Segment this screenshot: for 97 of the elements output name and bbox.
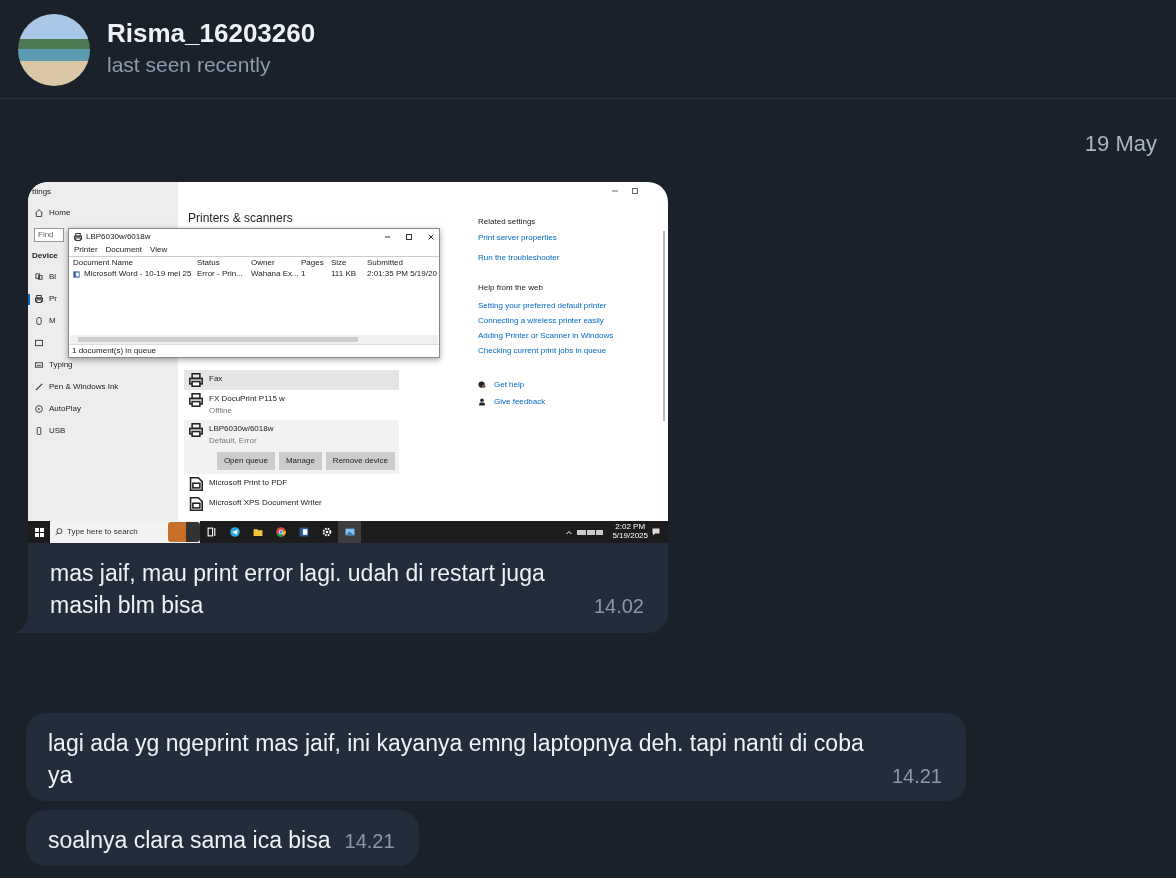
pen-icon bbox=[35, 383, 43, 391]
keyboard-icon bbox=[35, 361, 43, 369]
sidebar-item[interactable]: M bbox=[49, 315, 56, 327]
message-text: lagi ada yg ngeprint mas jaif, ini kayanya emng laptopnya deh. tapi nanti di coba ya bbox=[48, 729, 865, 790]
message-text: mas jaif, mau print error lagi. udah di restart juga masih blm bisa bbox=[50, 559, 546, 620]
sidebar-item[interactable]: USB bbox=[49, 425, 66, 437]
date-separator: 19 May bbox=[1084, 131, 1157, 156]
windows-icon[interactable] bbox=[34, 527, 44, 537]
clock-time: 2:02 PM bbox=[615, 523, 646, 532]
sticker-picture bbox=[168, 522, 200, 542]
printer-icon bbox=[74, 232, 82, 241]
column-header[interactable]: Submitted bbox=[367, 257, 404, 267]
section-heading: Related settings bbox=[478, 216, 537, 228]
sidebar-item[interactable]: AutoPlay bbox=[49, 403, 82, 415]
restore-icon[interactable] bbox=[632, 188, 638, 194]
printer-name[interactable]: FX DocuPrint P115 w bbox=[209, 393, 285, 405]
column-header[interactable]: Pages bbox=[301, 257, 324, 267]
home-icon bbox=[35, 209, 43, 217]
printer-icon bbox=[189, 393, 203, 407]
mouse-icon bbox=[35, 317, 43, 325]
table-cell: 111 KB bbox=[331, 268, 357, 280]
word-document-icon[interactable] bbox=[298, 527, 309, 537]
help-link[interactable]: Setting your preferred default printer bbox=[478, 300, 614, 312]
printer-name[interactable]: Microsoft Print to PDF bbox=[209, 477, 288, 489]
window-title: ttings bbox=[32, 187, 52, 196]
sidebar-item[interactable]: Bl bbox=[49, 271, 57, 283]
clock-date: 5/19/2025 bbox=[612, 532, 648, 541]
menu-item[interactable]: View bbox=[150, 244, 168, 256]
menu-item[interactable]: Document bbox=[105, 244, 143, 256]
table-cell: Microsoft Word - 10-19 mei 25 bbox=[84, 268, 192, 280]
printer-icon bbox=[35, 295, 43, 303]
column-header[interactable]: Size bbox=[331, 257, 347, 267]
touchpad-icon bbox=[35, 339, 43, 347]
feedback-icon bbox=[478, 398, 486, 406]
chevron-icon[interactable] bbox=[566, 529, 573, 535]
column-header[interactable]: Status bbox=[197, 257, 220, 267]
printer-action-button[interactable]: Manage bbox=[278, 452, 322, 470]
document-icon bbox=[189, 477, 203, 491]
printer-action-button[interactable]: Open queue bbox=[216, 452, 275, 470]
message-time: 14.21 bbox=[343, 829, 395, 854]
printer-status: Default, Error bbox=[209, 435, 258, 447]
minimize-icon[interactable] bbox=[385, 233, 390, 240]
message-time: 14.02 bbox=[593, 594, 644, 619]
task-view-icon[interactable] bbox=[206, 527, 217, 537]
sidebar-item[interactable]: Pr bbox=[49, 293, 57, 305]
printer-status: Offline bbox=[209, 405, 233, 417]
help-link[interactable]: Connecting a wireless printer easily bbox=[478, 315, 614, 327]
folder-icon[interactable] bbox=[252, 527, 263, 537]
contact-name: Risma_16203260 bbox=[107, 18, 316, 50]
support-link[interactable]: Give feedback bbox=[494, 396, 546, 408]
sidebar-item[interactable]: Typing bbox=[49, 359, 73, 371]
paper-plane-icon[interactable] bbox=[229, 527, 240, 537]
support-link[interactable]: Get help bbox=[494, 379, 525, 391]
printer-icon bbox=[189, 423, 203, 437]
settings-icon[interactable] bbox=[321, 527, 332, 537]
search-field[interactable]: Type here to search bbox=[50, 521, 200, 543]
section-heading: Device bbox=[32, 250, 58, 262]
close-icon[interactable] bbox=[428, 233, 434, 240]
printer-action-button[interactable]: Remove device bbox=[325, 452, 395, 470]
printer-name[interactable]: Fax bbox=[209, 373, 223, 385]
message-text: soalnya clara sama ica bisa bbox=[48, 826, 331, 855]
help-link[interactable]: Print server properties bbox=[478, 232, 614, 244]
printer-icon bbox=[189, 373, 203, 387]
document-icon bbox=[189, 497, 203, 511]
sidebar-item[interactable]: Pen & Windows Ink bbox=[49, 381, 119, 393]
table-cell: Error - Prin... bbox=[197, 268, 243, 280]
dialog-title: LBP6030w/6018w bbox=[86, 230, 151, 243]
notification-icon[interactable] bbox=[652, 528, 660, 536]
message-time: 14.21 bbox=[890, 764, 942, 789]
section-heading: Help from the web bbox=[478, 282, 544, 294]
document-icon bbox=[73, 270, 80, 278]
help-icon bbox=[478, 381, 486, 389]
help-link[interactable]: Run the troubleshooter bbox=[478, 252, 614, 264]
table-cell: Wahana Ex... bbox=[251, 268, 299, 280]
picture-icon[interactable] bbox=[344, 527, 355, 537]
maximize-icon[interactable] bbox=[406, 233, 412, 240]
menu-item[interactable]: Printer bbox=[74, 244, 98, 256]
tray-icons-drawing[interactable] bbox=[576, 528, 605, 536]
search-icon bbox=[55, 528, 63, 536]
help-link[interactable]: Adding Printer or Scanner in Windows bbox=[478, 330, 614, 342]
status-text: 1 document(s) in queue bbox=[72, 345, 157, 357]
usb-icon bbox=[35, 427, 43, 435]
help-link[interactable]: Checking current print jobs in queue bbox=[478, 345, 614, 357]
horizontal-scrollbar[interactable] bbox=[70, 335, 438, 344]
search-field[interactable]: Find bbox=[34, 228, 64, 242]
printer-name[interactable]: LBP6030w/6018w bbox=[209, 423, 274, 435]
table-cell: 1 bbox=[301, 268, 306, 280]
contact-status: last seen recently bbox=[107, 52, 272, 79]
autoplay-icon bbox=[35, 405, 43, 413]
devices-icon bbox=[35, 273, 43, 281]
table-cell: 2:01:35 PM 5/19/20 bbox=[367, 268, 437, 280]
column-header[interactable]: Owner bbox=[251, 257, 275, 267]
column-header[interactable]: Document Name bbox=[73, 257, 134, 267]
browser-icon[interactable] bbox=[275, 527, 286, 537]
sidebar-item[interactable]: Home bbox=[49, 207, 71, 219]
printer-name[interactable]: Microsoft XPS Document Writer bbox=[209, 497, 322, 509]
page-title: Printers & scanners bbox=[188, 210, 294, 227]
